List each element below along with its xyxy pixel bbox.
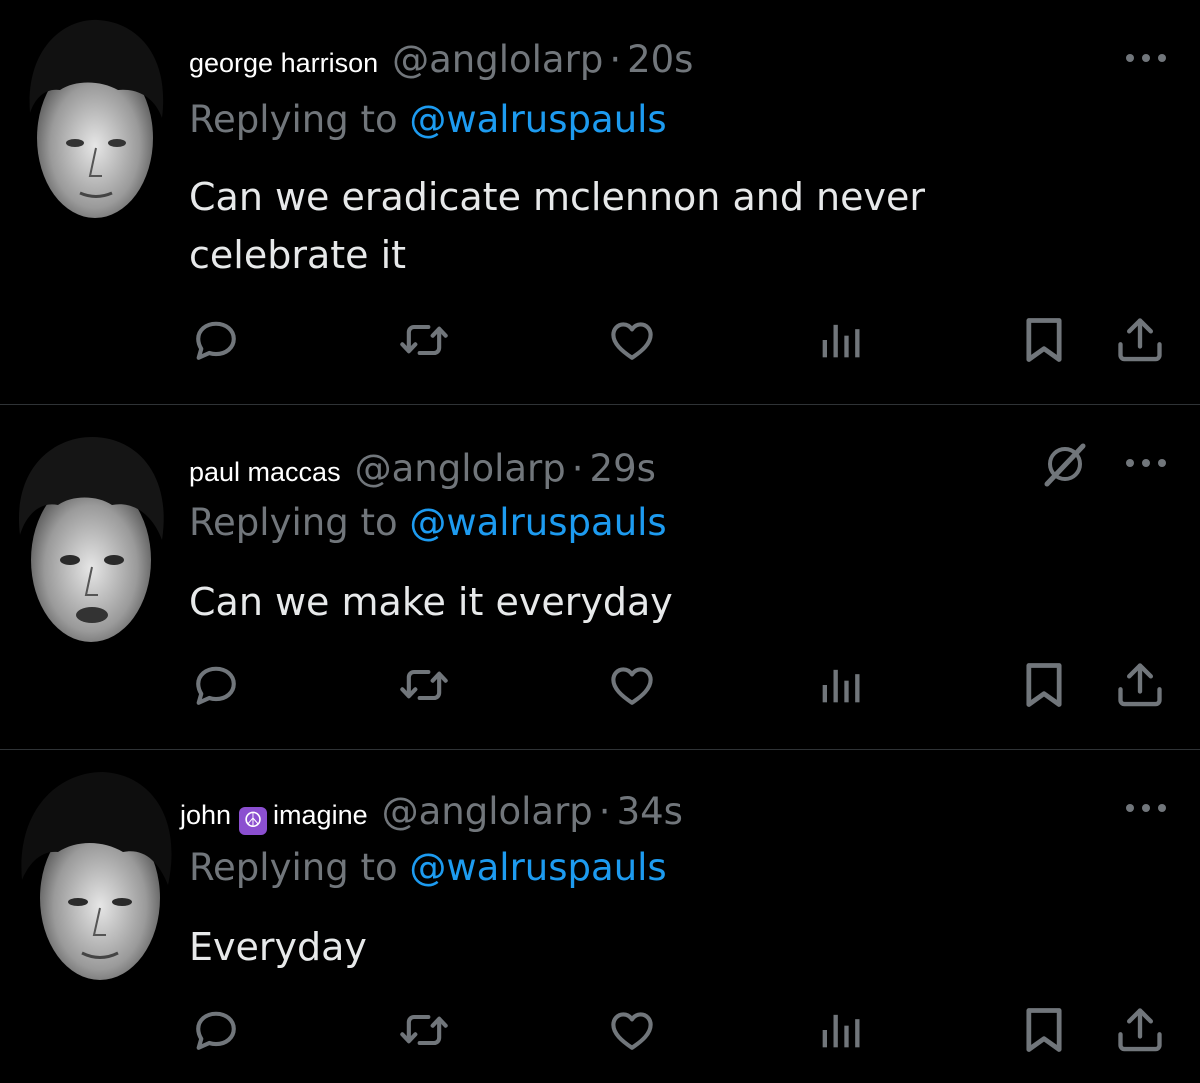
more-options-icon[interactable]	[1120, 798, 1172, 818]
share-icon[interactable]	[1114, 1004, 1166, 1056]
replying-prefix: Replying to	[189, 846, 398, 889]
display-name[interactable]: john ☮ imagine	[180, 800, 368, 835]
avatar-photo-icon	[29, 19, 164, 218]
retweet-icon[interactable]	[398, 314, 450, 366]
tweet-header: george harrison @anglolarp · 20s	[189, 38, 693, 81]
tweet-header: paul maccas @anglolarp · 29s	[189, 447, 656, 490]
tweet-paul[interactable]: paul maccas @anglolarp · 29s Replying to…	[0, 405, 1200, 749]
tweet-header: john ☮ imagine @anglolarp · 34s	[180, 790, 683, 835]
bookmark-icon[interactable]	[1018, 659, 1070, 711]
replying-to-line: Replying to @walruspauls	[189, 501, 667, 544]
retweet-icon[interactable]	[398, 1004, 450, 1056]
share-icon[interactable]	[1114, 659, 1166, 711]
views-icon[interactable]	[814, 314, 866, 366]
like-icon[interactable]	[606, 314, 658, 366]
reply-feed: george harrison @anglolarp · 20s Replyin…	[0, 0, 1200, 1083]
replying-to-mention[interactable]: @walruspauls	[409, 846, 666, 889]
replying-to-mention[interactable]: @walruspauls	[409, 98, 666, 141]
replying-to-line: Replying to @walruspauls	[189, 846, 667, 889]
handle[interactable]: @anglolarp	[382, 790, 593, 833]
handle[interactable]: @anglolarp	[355, 447, 566, 490]
share-icon[interactable]	[1114, 314, 1166, 366]
tweet-george[interactable]: george harrison @anglolarp · 20s Replyin…	[0, 0, 1200, 405]
separator-dot: ·	[609, 38, 622, 81]
avatar-photo-icon	[18, 437, 164, 642]
retweet-icon[interactable]	[398, 659, 450, 711]
replying-to-mention[interactable]: @walruspauls	[409, 501, 666, 544]
views-icon[interactable]	[814, 659, 866, 711]
replying-to-line: Replying to @walruspauls	[189, 98, 667, 141]
avatar[interactable]	[18, 770, 178, 985]
timestamp[interactable]: 29s	[590, 447, 656, 490]
separator-dot: ·	[598, 790, 611, 833]
reply-icon[interactable]	[190, 314, 242, 366]
grok-off-icon[interactable]	[1040, 439, 1090, 489]
handle[interactable]: @anglolarp	[392, 38, 603, 81]
display-name-part2: imagine	[273, 800, 368, 830]
separator-dot: ·	[571, 447, 584, 490]
tweet-text: Can we eradicate mclennon and never cele…	[189, 175, 925, 277]
tweet-john[interactable]: john ☮ imagine @anglolarp · 34s Replying t…	[0, 750, 1200, 1083]
like-icon[interactable]	[606, 1004, 658, 1056]
tweet-text: Can we make it everyday	[189, 580, 673, 624]
avatar[interactable]	[12, 435, 170, 647]
bookmark-icon[interactable]	[1018, 314, 1070, 366]
more-options-icon[interactable]	[1120, 48, 1172, 68]
reply-icon[interactable]	[190, 1004, 242, 1056]
bookmark-icon[interactable]	[1018, 1004, 1070, 1056]
avatar[interactable]	[20, 18, 170, 223]
timestamp[interactable]: 34s	[617, 790, 683, 833]
reply-icon[interactable]	[190, 659, 242, 711]
peace-sign-icon: ☮	[239, 807, 268, 835]
display-name[interactable]: paul maccas	[189, 457, 341, 488]
replying-prefix: Replying to	[189, 501, 398, 544]
replying-prefix: Replying to	[189, 98, 398, 141]
more-options-icon[interactable]	[1120, 453, 1172, 473]
timestamp[interactable]: 20s	[627, 38, 693, 81]
tweet-text: Everyday	[189, 925, 367, 969]
views-icon[interactable]	[814, 1004, 866, 1056]
display-name-part1: john	[180, 800, 232, 830]
like-icon[interactable]	[606, 659, 658, 711]
avatar-photo-icon	[21, 772, 172, 980]
display-name[interactable]: george harrison	[189, 48, 378, 79]
